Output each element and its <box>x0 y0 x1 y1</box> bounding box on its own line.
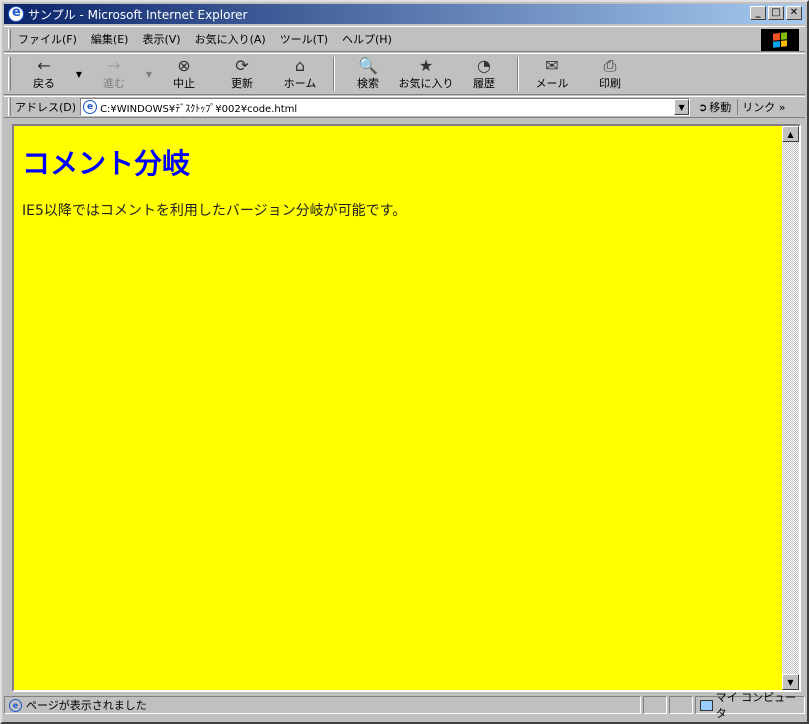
window-controls: _ □ ✕ <box>748 6 802 20</box>
home-button[interactable]: ⌂ ホーム <box>271 55 329 93</box>
print-icon: ⎙ <box>603 56 617 75</box>
go-arrow-icon: ➲ <box>698 100 708 114</box>
status-text: ページが表示されました <box>26 699 147 712</box>
address-input[interactable]: e C:¥WINDOWS¥ﾃﾞｽｸﾄｯﾌﾟ¥002¥code.html ▼ <box>80 98 691 116</box>
page-heading: コメント分岐 <box>22 147 191 180</box>
menu-file[interactable]: ファイル(F) <box>11 31 84 47</box>
page-viewport: コメント分岐 IE5以降ではコメントを利用したバージョン分岐が可能です。 ▲ ▼ <box>12 124 801 692</box>
go-button[interactable]: ➲ 移動 <box>698 99 739 115</box>
window-title: サンプル - Microsoft Internet Explorer <box>28 7 248 22</box>
back-arrow-icon: ← <box>37 56 51 75</box>
favorites-icon: ★ <box>418 56 434 75</box>
close-button[interactable]: ✕ <box>786 6 802 20</box>
ie-window: サンプル - Microsoft Internet Explorer _ □ ✕… <box>0 0 809 724</box>
status-zone-text: マイ コンピュータ <box>715 691 797 720</box>
forward-arrow-icon: → <box>107 56 121 75</box>
back-label: 戻る <box>33 77 55 90</box>
print-button[interactable]: ⎙ 印刷 <box>581 55 639 93</box>
status-zone: マイ コンピュータ <box>695 691 805 720</box>
status-main: e ページが表示されました <box>4 696 641 714</box>
page-content: コメント分岐 IE5以降ではコメントを利用したバージョン分岐が可能です。 <box>14 126 782 690</box>
toolbar-separator <box>333 57 335 91</box>
refresh-button[interactable]: ⟳ 更新 <box>213 55 271 93</box>
forward-dropdown-icon[interactable]: ▼ <box>143 70 155 79</box>
toolbar-separator <box>517 57 519 91</box>
favorites-label: お気に入り <box>398 77 454 90</box>
mail-button[interactable]: ✉ メール <box>523 55 581 93</box>
forward-label: 進む <box>103 77 125 90</box>
stop-icon: ⊗ <box>177 56 191 75</box>
search-label: 検索 <box>357 77 379 90</box>
refresh-icon: ⟳ <box>235 56 249 75</box>
status-progress-cell <box>643 696 667 714</box>
page-done-icon: e <box>9 698 22 712</box>
refresh-label: 更新 <box>231 77 253 90</box>
history-label: 履歴 <box>473 77 495 90</box>
forward-button[interactable]: → 進む <box>85 55 143 93</box>
minimize-button[interactable]: _ <box>750 6 766 20</box>
scroll-down-icon[interactable]: ▼ <box>782 674 799 690</box>
address-bar: アドレス(D) e C:¥WINDOWS¥ﾃﾞｽｸﾄｯﾌﾟ¥002¥code.h… <box>4 96 805 118</box>
back-button[interactable]: ← 戻る <box>15 55 73 93</box>
mail-label: メール <box>535 77 569 90</box>
home-label: ホーム <box>283 77 317 90</box>
history-icon: ◔ <box>477 56 491 75</box>
status-security-cell <box>669 696 693 714</box>
mail-icon: ✉ <box>545 56 559 75</box>
my-computer-icon <box>700 699 713 711</box>
search-button[interactable]: 🔍 検索 <box>339 55 397 93</box>
page-icon: e <box>83 100 98 114</box>
print-label: 印刷 <box>599 77 621 90</box>
ie-logo-icon <box>8 5 24 22</box>
menu-view[interactable]: 表示(V) <box>135 31 187 47</box>
history-button[interactable]: ◔ 履歴 <box>455 55 513 93</box>
stop-button[interactable]: ⊗ 中止 <box>155 55 213 93</box>
search-icon: 🔍 <box>358 56 378 75</box>
menu-help[interactable]: ヘルプ(H) <box>335 31 399 47</box>
title-bar[interactable]: サンプル - Microsoft Internet Explorer _ □ ✕ <box>4 4 805 24</box>
favorites-button[interactable]: ★ お気に入り <box>397 55 455 93</box>
menu-bar: ファイル(F) 編集(E) 表示(V) お気に入り(A) ツール(T) ヘルプ(… <box>4 26 805 52</box>
standard-toolbar: ← 戻る ▼ → 進む ▼ ⊗ 中止 ⟳ 更新 ⌂ ホーム 🔍 検索 ★ お気に… <box>4 53 805 95</box>
menu-tools[interactable]: ツール(T) <box>273 31 335 47</box>
go-label: 移動 <box>709 101 732 114</box>
scroll-up-icon[interactable]: ▲ <box>782 126 799 142</box>
address-dropdown-icon[interactable]: ▼ <box>674 99 690 115</box>
home-icon: ⌂ <box>294 56 306 75</box>
menu-favorites[interactable]: お気に入り(A) <box>188 31 273 47</box>
status-bar: e ページが表示されました マイ コンピュータ <box>4 691 805 720</box>
address-value: C:¥WINDOWS¥ﾃﾞｽｸﾄｯﾌﾟ¥002¥code.html <box>100 103 298 115</box>
maximize-button[interactable]: □ <box>768 6 784 20</box>
address-label: アドレス(D) <box>15 101 77 114</box>
links-button[interactable]: リンク » <box>742 99 785 115</box>
back-dropdown-icon[interactable]: ▼ <box>73 70 85 79</box>
vertical-scrollbar[interactable]: ▲ ▼ <box>782 126 799 690</box>
page-paragraph: IE5以降ではコメントを利用したバージョン分岐が可能です。 <box>22 203 407 219</box>
stop-label: 中止 <box>173 77 195 90</box>
windows-logo-icon <box>761 29 799 51</box>
menu-edit[interactable]: 編集(E) <box>84 31 136 47</box>
toolbar-grip[interactable] <box>8 57 11 91</box>
